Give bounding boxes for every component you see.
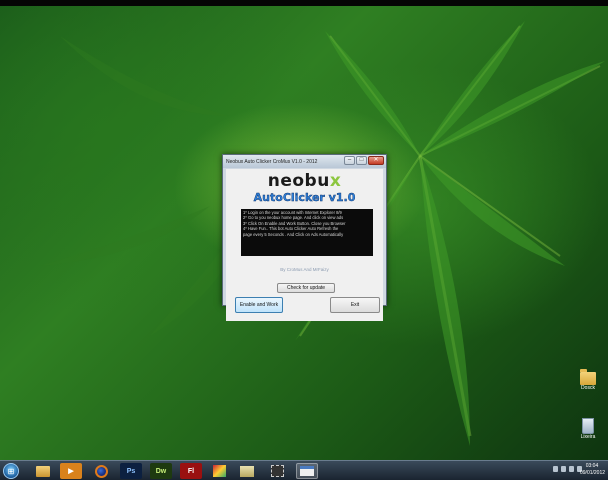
photoshop-icon: Ps bbox=[126, 467, 136, 475]
firefox-icon bbox=[94, 464, 108, 478]
enable-and-work-button[interactable]: Enable and Work bbox=[235, 297, 283, 313]
window-title: Neobux Auto Clicker CroMus V1.0 - 2012 bbox=[226, 158, 318, 165]
window-client-area: neobux AutoClicker v1.0 1* Login on the … bbox=[226, 169, 383, 321]
desktop-icon-label: Dosck bbox=[581, 385, 595, 391]
instructions-box: 1* Login on the your account with Intern… bbox=[241, 209, 373, 256]
taskbar-image-app[interactable] bbox=[208, 463, 230, 479]
window-titlebar[interactable]: Neobux Auto Clicker CroMus V1.0 - 2012 –… bbox=[223, 155, 386, 168]
neobux-logo: neobux bbox=[226, 171, 383, 191]
taskbar-flash[interactable]: Fl bbox=[180, 463, 202, 479]
author-byline: By CroMus And MrFaizy bbox=[280, 267, 329, 272]
tray-arrow-icon[interactable] bbox=[553, 466, 558, 472]
logo-x-letter: x bbox=[329, 171, 342, 191]
exit-button[interactable]: Exit bbox=[330, 297, 380, 313]
dreamweaver-icon: Dw bbox=[155, 467, 167, 475]
desktop-icon-label: Lixeira bbox=[580, 434, 596, 440]
desktop-icon-recycle-bin[interactable]: Lixeira bbox=[575, 418, 601, 440]
close-button[interactable]: ✕ bbox=[368, 156, 384, 165]
volume-icon[interactable] bbox=[569, 466, 574, 472]
taskbar-active-window[interactable] bbox=[296, 463, 318, 479]
clock-time: 03:04 bbox=[585, 463, 599, 469]
logo-main-text: neobu bbox=[267, 171, 330, 191]
taskbar-photoshop[interactable]: Ps bbox=[120, 463, 142, 479]
app-window: Neobux Auto Clicker CroMus V1.0 - 2012 –… bbox=[222, 154, 387, 321]
network-icon[interactable] bbox=[561, 466, 566, 472]
desktop-icon-folder[interactable]: Dosck bbox=[575, 369, 601, 391]
check-update-button[interactable]: Check for update bbox=[277, 283, 335, 293]
taskbar-dreamweaver[interactable]: Dw bbox=[150, 463, 172, 479]
taskbar-explorer[interactable] bbox=[32, 463, 54, 479]
autoclicker-logo: AutoClicker v1.0 bbox=[253, 191, 356, 204]
instruction-line: page every 5 Seconds . And Click on Ads … bbox=[243, 231, 344, 237]
recycle-bin-icon bbox=[582, 418, 594, 434]
taskbar: ⊞ ▶ Ps Dw Fl 03:04 09/01/2012 bbox=[0, 460, 608, 480]
taskbar-folder-app[interactable] bbox=[236, 463, 258, 479]
folder-icon bbox=[240, 465, 254, 477]
taskbar-firefox[interactable] bbox=[90, 463, 112, 479]
film-icon bbox=[270, 465, 284, 477]
windows-logo-icon: ⊞ bbox=[7, 466, 15, 476]
play-icon: ▶ bbox=[68, 468, 74, 475]
flash-icon: Fl bbox=[187, 467, 195, 475]
start-button[interactable]: ⊞ bbox=[3, 463, 19, 479]
image-icon bbox=[212, 465, 226, 477]
folder-icon bbox=[580, 369, 596, 385]
taskbar-media-player[interactable]: ▶ bbox=[60, 463, 82, 479]
system-tray bbox=[553, 466, 582, 472]
folder-icon bbox=[36, 465, 50, 477]
clock-date: 09/01/2012 bbox=[580, 470, 606, 476]
maximize-button[interactable]: □ bbox=[356, 156, 367, 165]
window-icon bbox=[300, 466, 314, 476]
window-controls: – □ ✕ bbox=[344, 156, 384, 165]
system-clock[interactable]: 03:04 09/01/2012 bbox=[580, 463, 606, 477]
minimize-button[interactable]: – bbox=[344, 156, 355, 165]
taskbar-film-app[interactable] bbox=[266, 463, 288, 479]
